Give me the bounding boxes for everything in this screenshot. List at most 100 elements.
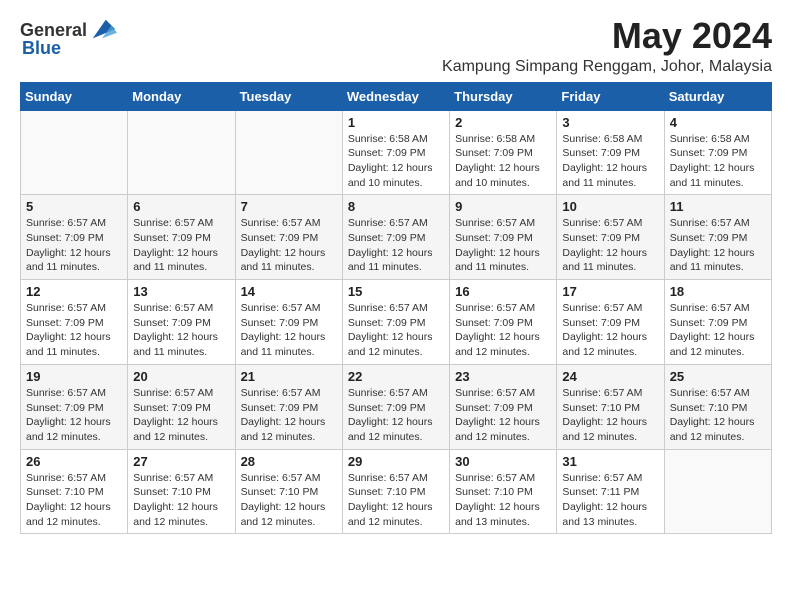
calendar-cell: 16 Sunrise: 6:57 AMSunset: 7:09 PMDayligh… [450, 280, 557, 365]
calendar-cell: 6Sunrise: 6:57 AMSunset: 7:09 PMDaylight… [128, 195, 235, 280]
day-number: 23 [455, 369, 551, 384]
calendar-cell: 2 Sunrise: 6:58 AMSunset: 7:09 PMDaylight… [450, 110, 557, 195]
day-number: 14 [241, 284, 337, 299]
day-info: Sunrise: 6:57 AMSunset: 7:09 PMDaylight:… [562, 216, 658, 275]
column-header-thursday: Thursday [450, 82, 557, 110]
day-info: Sunrise: 6:58 AMSunset: 7:09 PMDaylight:… [670, 132, 766, 191]
calendar-cell: 4 Sunrise: 6:58 AMSunset: 7:09 PMDaylight… [664, 110, 771, 195]
day-info: Sunrise: 6:57 AMSunset: 7:11 PMDaylight:… [562, 471, 658, 530]
day-info: Sunrise: 6:57 AMSunset: 7:09 PMDaylight:… [455, 386, 551, 445]
calendar-body: 1 Sunrise: 6:58 AMSunset: 7:09 PMDaylight… [21, 110, 772, 534]
day-number: 19 [26, 369, 122, 384]
calendar-cell: 7Sunrise: 6:57 AMSunset: 7:09 PMDaylight… [235, 195, 342, 280]
day-number: 7 [241, 199, 337, 214]
day-info: Sunrise: 6:57 AMSunset: 7:09 PMDaylight:… [348, 216, 444, 275]
calendar-cell: 31Sunrise: 6:57 AMSunset: 7:11 PMDayligh… [557, 449, 664, 534]
day-number: 1 [348, 115, 444, 130]
day-number: 27 [133, 454, 229, 469]
day-info: Sunrise: 6:57 AMSunset: 7:09 PMDaylight:… [670, 216, 766, 275]
logo-blue: Blue [22, 38, 61, 59]
calendar-cell: 13Sunrise: 6:57 AMSunset: 7:09 PMDayligh… [128, 280, 235, 365]
calendar-cell: 9 Sunrise: 6:57 AMSunset: 7:09 PMDaylight… [450, 195, 557, 280]
calendar-cell: 12 Sunrise: 6:57 AMSunset: 7:09 PMDayligh… [21, 280, 128, 365]
calendar-cell: 20Sunrise: 6:57 AMSunset: 7:09 PMDayligh… [128, 364, 235, 449]
logo-icon [89, 16, 117, 44]
day-info: Sunrise: 6:58 AMSunset: 7:09 PMDaylight:… [348, 132, 444, 191]
calendar-table: SundayMondayTuesdayWednesdayThursdayFrid… [20, 82, 772, 535]
calendar-cell: 11 Sunrise: 6:57 AMSunset: 7:09 PMDayligh… [664, 195, 771, 280]
day-number: 9 [455, 199, 551, 214]
day-info: Sunrise: 6:57 AMSunset: 7:10 PMDaylight:… [562, 386, 658, 445]
column-header-friday: Friday [557, 82, 664, 110]
calendar-cell: 19Sunrise: 6:57 AMSunset: 7:09 PMDayligh… [21, 364, 128, 449]
column-header-sunday: Sunday [21, 82, 128, 110]
calendar-cell: 3 Sunrise: 6:58 AMSunset: 7:09 PMDaylight… [557, 110, 664, 195]
day-info: Sunrise: 6:57 AMSunset: 7:09 PMDaylight:… [26, 301, 122, 360]
day-number: 30 [455, 454, 551, 469]
month-title: May 2024 [442, 16, 772, 56]
day-number: 25 [670, 369, 766, 384]
day-info: Sunrise: 6:57 AMSunset: 7:10 PMDaylight:… [455, 471, 551, 530]
day-number: 13 [133, 284, 229, 299]
column-header-tuesday: Tuesday [235, 82, 342, 110]
calendar-cell: 5 Sunrise: 6:57 AMSunset: 7:09 PMDaylight… [21, 195, 128, 280]
day-info: Sunrise: 6:57 AMSunset: 7:10 PMDaylight:… [241, 471, 337, 530]
day-number: 28 [241, 454, 337, 469]
calendar-week-5: 26 Sunrise: 6:57 AMSunset: 7:10 PMDayligh… [21, 449, 772, 534]
day-number: 5 [26, 199, 122, 214]
column-header-saturday: Saturday [664, 82, 771, 110]
calendar-week-3: 12 Sunrise: 6:57 AMSunset: 7:09 PMDayligh… [21, 280, 772, 365]
day-number: 24 [562, 369, 658, 384]
calendar-cell: 29Sunrise: 6:57 AMSunset: 7:10 PMDayligh… [342, 449, 449, 534]
day-number: 22 [348, 369, 444, 384]
day-number: 4 [670, 115, 766, 130]
location-title: Kampung Simpang Renggam, Johor, Malaysia [442, 58, 772, 76]
calendar-cell [21, 110, 128, 195]
day-number: 18 [670, 284, 766, 299]
day-number: 16 [455, 284, 551, 299]
day-info: Sunrise: 6:57 AMSunset: 7:09 PMDaylight:… [455, 216, 551, 275]
day-number: 15 [348, 284, 444, 299]
day-number: 10 [562, 199, 658, 214]
calendar-cell: 22 Sunrise: 6:57 AMSunset: 7:09 PMDayligh… [342, 364, 449, 449]
day-info: Sunrise: 6:57 AMSunset: 7:09 PMDaylight:… [133, 386, 229, 445]
day-info: Sunrise: 6:57 AMSunset: 7:09 PMDaylight:… [670, 301, 766, 360]
calendar-cell: 23 Sunrise: 6:57 AMSunset: 7:09 PMDayligh… [450, 364, 557, 449]
day-number: 12 [26, 284, 122, 299]
calendar-cell: 18 Sunrise: 6:57 AMSunset: 7:09 PMDayligh… [664, 280, 771, 365]
day-number: 17 [562, 284, 658, 299]
day-info: Sunrise: 6:58 AMSunset: 7:09 PMDaylight:… [562, 132, 658, 191]
day-info: Sunrise: 6:57 AMSunset: 7:10 PMDaylight:… [670, 386, 766, 445]
calendar-cell: 30 Sunrise: 6:57 AMSunset: 7:10 PMDayligh… [450, 449, 557, 534]
day-number: 26 [26, 454, 122, 469]
day-info: Sunrise: 6:57 AMSunset: 7:09 PMDaylight:… [455, 301, 551, 360]
day-info: Sunrise: 6:57 AMSunset: 7:09 PMDaylight:… [562, 301, 658, 360]
calendar-cell: 27Sunrise: 6:57 AMSunset: 7:10 PMDayligh… [128, 449, 235, 534]
calendar-cell: 10 Sunrise: 6:57 AMSunset: 7:09 PMDayligh… [557, 195, 664, 280]
calendar-cell: 1 Sunrise: 6:58 AMSunset: 7:09 PMDaylight… [342, 110, 449, 195]
day-info: Sunrise: 6:57 AMSunset: 7:09 PMDaylight:… [348, 301, 444, 360]
column-header-monday: Monday [128, 82, 235, 110]
day-number: 8 [348, 199, 444, 214]
day-info: Sunrise: 6:57 AMSunset: 7:09 PMDaylight:… [241, 386, 337, 445]
calendar-week-2: 5 Sunrise: 6:57 AMSunset: 7:09 PMDaylight… [21, 195, 772, 280]
day-number: 3 [562, 115, 658, 130]
day-info: Sunrise: 6:57 AMSunset: 7:09 PMDaylight:… [348, 386, 444, 445]
day-info: Sunrise: 6:57 AMSunset: 7:09 PMDaylight:… [26, 216, 122, 275]
day-info: Sunrise: 6:57 AMSunset: 7:10 PMDaylight:… [26, 471, 122, 530]
calendar-cell: 15 Sunrise: 6:57 AMSunset: 7:09 PMDayligh… [342, 280, 449, 365]
calendar-cell: 14 Sunrise: 6:57 AMSunset: 7:09 PMDayligh… [235, 280, 342, 365]
day-number: 2 [455, 115, 551, 130]
day-info: Sunrise: 6:57 AMSunset: 7:09 PMDaylight:… [241, 301, 337, 360]
day-number: 29 [348, 454, 444, 469]
day-info: Sunrise: 6:57 AMSunset: 7:09 PMDaylight:… [133, 216, 229, 275]
calendar-week-1: 1 Sunrise: 6:58 AMSunset: 7:09 PMDaylight… [21, 110, 772, 195]
calendar-cell: 26 Sunrise: 6:57 AMSunset: 7:10 PMDayligh… [21, 449, 128, 534]
logo: General Blue [20, 16, 117, 59]
day-number: 11 [670, 199, 766, 214]
calendar-cell: 24 Sunrise: 6:57 AMSunset: 7:10 PMDayligh… [557, 364, 664, 449]
day-info: Sunrise: 6:58 AMSunset: 7:09 PMDaylight:… [455, 132, 551, 191]
calendar-week-4: 19 Sunrise: 6:57 AMSunset: 7:09 PMDayligh… [21, 364, 772, 449]
calendar-cell: 17 Sunrise: 6:57 AMSunset: 7:09 PMDayligh… [557, 280, 664, 365]
calendar-cell: 8 Sunrise: 6:57 AMSunset: 7:09 PMDaylight… [342, 195, 449, 280]
